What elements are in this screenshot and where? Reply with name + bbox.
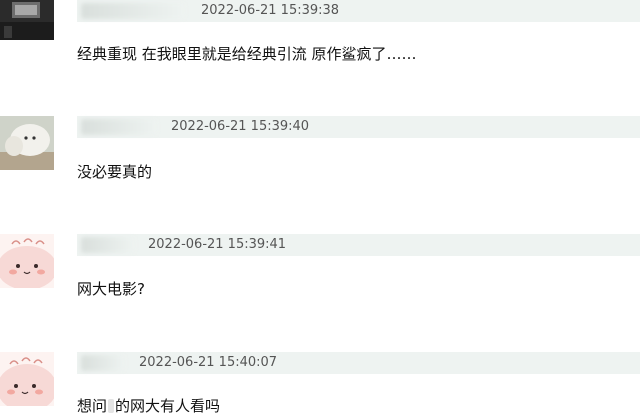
comment-timestamp: 2022-06-21 15:39:40: [171, 119, 310, 134]
comment-text: 网大电影?: [77, 280, 145, 298]
username-blurred[interactable]: [81, 119, 157, 135]
plush-toy-avatar-icon: [0, 116, 54, 170]
user-avatar[interactable]: [0, 352, 54, 406]
username-blurred[interactable]: [81, 355, 125, 371]
username-blurred[interactable]: [81, 237, 135, 253]
comment-text: 经典重现 在我眼里就是给经典引流 原作鲨疯了……: [77, 45, 417, 63]
comment-text-part: 想问: [77, 397, 108, 415]
comment-timestamp: 2022-06-21 15:40:07: [139, 355, 278, 370]
comment-timestamp: 2022-06-21 15:39:38: [201, 3, 340, 18]
comment-thread: 2022-06-21 15:39:38 经典重现 在我眼里就是给经典引流 原作鲨…: [0, 0, 640, 419]
comment-timestamp: 2022-06-21 15:39:41: [148, 237, 287, 252]
comment-text-part: 的网大有人看吗: [115, 397, 221, 415]
user-avatar[interactable]: [0, 0, 54, 40]
username-blurred[interactable]: [81, 3, 185, 19]
user-avatar[interactable]: [0, 234, 54, 288]
comment-meta-bar: 2022-06-21 15:40:07: [77, 352, 640, 374]
pink-bun-avatar-icon: [0, 234, 54, 288]
pink-bun-avatar-icon: [0, 352, 54, 406]
user-avatar[interactable]: [0, 116, 54, 170]
comment-meta-bar: 2022-06-21 15:39:40: [77, 116, 640, 138]
comment-meta-bar: 2022-06-21 15:39:38: [77, 0, 640, 22]
redacted-smudge: [108, 399, 115, 413]
comment-text: 想问 的网大有人看吗: [77, 396, 220, 416]
comment-text: 没必要真的: [77, 163, 153, 181]
comment-meta-bar: 2022-06-21 15:39:41: [77, 234, 640, 256]
dark-room-avatar-icon: [0, 0, 54, 40]
